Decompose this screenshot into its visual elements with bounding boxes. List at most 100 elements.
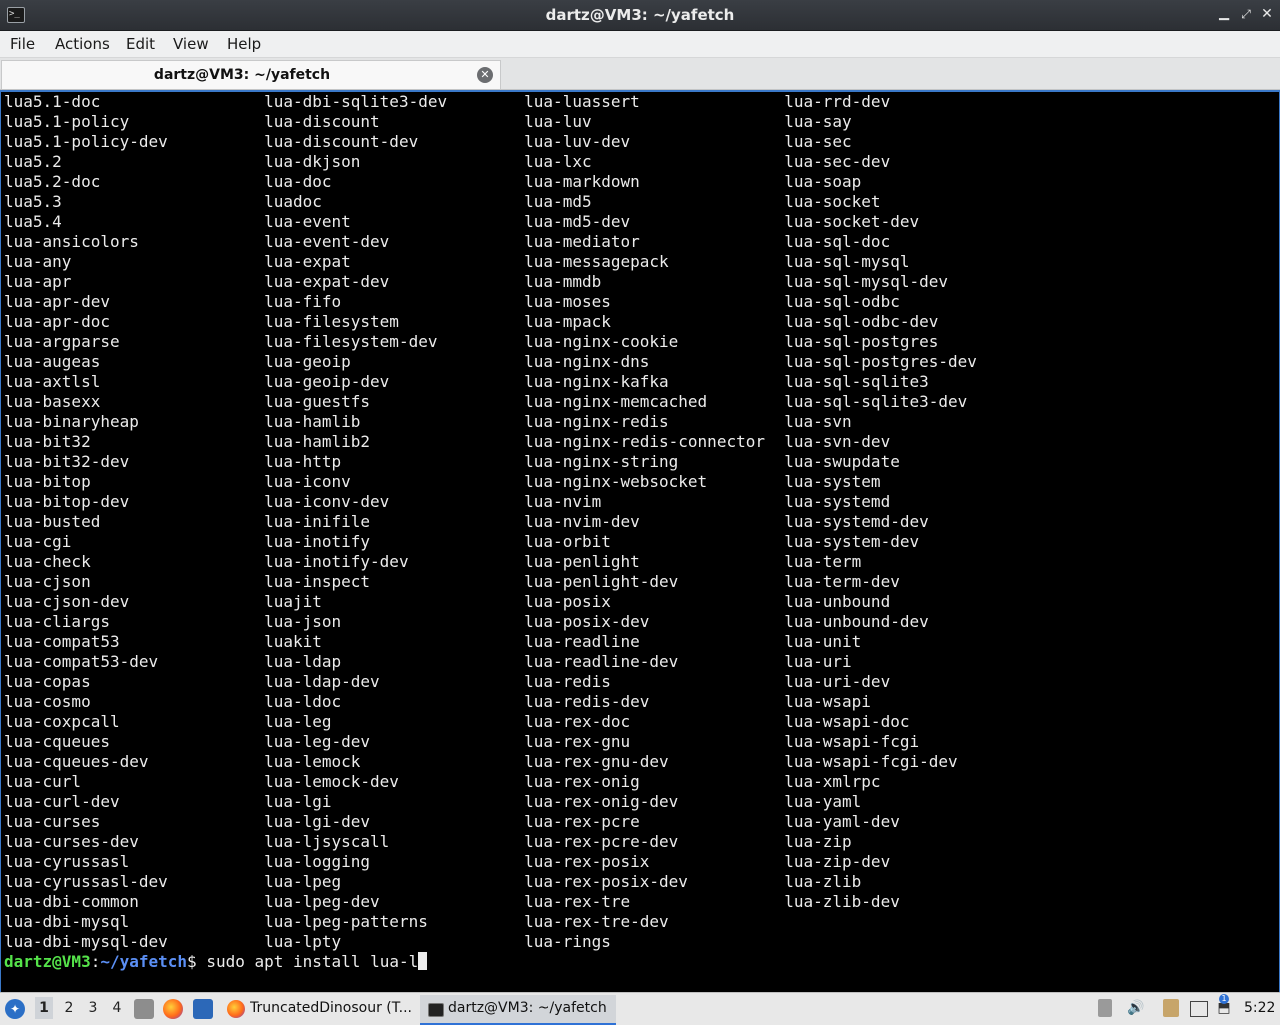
package-name: lua-json [264, 612, 342, 631]
volume-icon[interactable]: 🔊 [1127, 999, 1145, 1017]
menu-actions[interactable]: Actions [55, 35, 110, 53]
package-name: lua-lpeg-dev [264, 892, 380, 911]
package-name: lua-markdown [524, 172, 640, 191]
prompt-line[interactable]: dartz@VM3:~/yafetch$ sudo apt install lu… [4, 952, 428, 972]
menu-file[interactable]: File [10, 35, 35, 53]
package-name: lua-discount-dev [264, 132, 419, 151]
package-name: lua-inifile [264, 512, 371, 531]
terminal-line: lua-bitop-dev lua-iconv-dev lua-nvim lua-sy… [4, 492, 891, 511]
terminal-line: lua-bit32 lua-hamlib2 lua-nginx-redis-conn… [4, 432, 891, 451]
package-name: lua-curses-dev [4, 832, 139, 851]
package-name: lua-md5 [524, 192, 592, 211]
tab-label: dartz@VM3: ~/yafetch [153, 67, 331, 83]
notes-icon[interactable] [1163, 999, 1179, 1017]
terminal-line: lua-cjson lua-inspect lua-penlight-dev lua-… [4, 572, 900, 591]
package-name: lua-argparse [4, 332, 120, 351]
package-name: lua-doc [264, 172, 332, 191]
package-name: lua-http [264, 452, 342, 471]
package-name: lua5.4 [4, 212, 62, 231]
text-cursor [418, 952, 428, 970]
package-name: lua-rex-posix [524, 852, 650, 871]
clipboard-icon[interactable] [1098, 999, 1112, 1017]
terminal-line: lua-basexx lua-guestfs lua-nginx-memcached… [4, 392, 968, 411]
package-name: lua-luassert [524, 92, 640, 111]
menu-view[interactable]: View [173, 35, 209, 53]
terminal-view[interactable]: lua5.1-doc lua-dbi-sqlite3-dev lua-luasser… [0, 90, 1280, 993]
terminal-line: lua-bit32-dev lua-http lua-nginx-string lua… [4, 452, 900, 471]
package-name: lua-inotify-dev [264, 552, 409, 571]
terminal-line: lua-cqueues lua-leg-dev lua-rex-gnu lua-wsa… [4, 732, 920, 751]
workspace-4[interactable]: 4 [108, 1000, 126, 1016]
package-name: lua-lpeg [264, 872, 342, 891]
package-name: lua-rex-pcre-dev [524, 832, 679, 851]
package-name: lua-bit32-dev [4, 452, 130, 471]
package-name: lua-dkjson [264, 152, 361, 171]
workspace-3[interactable]: 3 [84, 1000, 102, 1016]
package-name: lua-md5-dev [524, 212, 631, 231]
package-name: lua-nginx-redis [524, 412, 669, 431]
clock[interactable]: 5:22 [1244, 1000, 1275, 1016]
package-name: lua-nginx-websocket [524, 472, 708, 491]
package-name: lua5.1-doc [4, 92, 101, 111]
package-name: lua-nginx-kafka [524, 372, 669, 391]
task-terminal[interactable]: dartz@VM3: ~/yafetch [420, 995, 616, 1025]
package-name: lua-rex-posix-dev [524, 872, 688, 891]
package-name: lua-ljsyscall [264, 832, 390, 851]
maximize-button[interactable]: ⤢ [1236, 4, 1256, 24]
terminal-line: lua-cyrussasl-dev lua-lpeg lua-rex-posix-d… [4, 872, 862, 891]
package-name: lua-ldap-dev [264, 672, 380, 691]
package-name: lua-penlight [524, 552, 640, 571]
close-window-button[interactable]: ✕ [1257, 4, 1277, 24]
package-name: lua-copas [4, 672, 91, 691]
package-name: lua-apr [4, 272, 72, 291]
package-name: lua-cjson-dev [4, 592, 130, 611]
start-menu-icon[interactable]: ✦ [5, 999, 25, 1019]
package-name: lua-lgi [264, 792, 332, 811]
package-name: lua-coxpcall [4, 712, 120, 731]
file-manager-icon[interactable] [134, 999, 154, 1019]
package-name: lua-basexx [4, 392, 101, 411]
show-desktop-icon[interactable] [193, 999, 213, 1019]
task-firefox[interactable]: TruncatedDinosour (T... [222, 995, 418, 1023]
package-name: lua-iconv-dev [264, 492, 390, 511]
minimize-button[interactable]: ▁ [1214, 4, 1234, 24]
package-name: lua-check [4, 552, 91, 571]
terminal-line: lua-coxpcall lua-leg lua-rex-doc lua-wsapi-… [4, 712, 910, 731]
terminal-line: lua-busted lua-inifile lua-nvim-dev lua-sys… [4, 512, 929, 531]
menu-edit[interactable]: Edit [126, 35, 155, 53]
terminal-line: lua-cqueues-dev lua-lemock lua-rex-gnu-dev… [4, 752, 958, 771]
package-name: lua-mpack [524, 312, 611, 331]
package-name: lua-luv [524, 112, 592, 131]
menu-help[interactable]: Help [227, 35, 261, 53]
terminal-line: lua-check lua-inotify-dev lua-penlight lua-… [4, 552, 862, 571]
package-name: lua-cqueues [4, 732, 110, 751]
terminal-line: lua-argparse lua-filesystem-dev lua-nginx-… [4, 332, 939, 351]
tab-close-icon[interactable]: ✕ [477, 67, 493, 83]
window-titlebar[interactable]: >_ dartz@VM3: ~/yafetch ▁ ⤢ ✕ [0, 0, 1280, 31]
package-name: lua-geoip [264, 352, 351, 371]
package-name: lua-moses [524, 292, 611, 311]
package-name: lua-nvim [524, 492, 602, 511]
network-icon[interactable] [1190, 1001, 1208, 1017]
workspace-2[interactable]: 2 [60, 1000, 78, 1016]
package-name: lua-curl [4, 772, 82, 791]
terminal-line: lua-dbi-mysql lua-lpeg-patterns lua-rex-tr… [4, 912, 784, 932]
package-name: lua5.1-policy [4, 112, 130, 131]
package-name: lua-apr-doc [4, 312, 110, 331]
package-name: lua-hamlib [264, 412, 361, 431]
terminal-tab[interactable]: dartz@VM3: ~/yafetch ✕ [1, 60, 501, 89]
package-name: lua-inspect [264, 572, 371, 591]
workspace-1[interactable]: 1 [35, 997, 53, 1019]
package-name: lua-posix-dev [524, 612, 650, 631]
package-name: lua-nginx-dns [524, 352, 650, 371]
firefox-launcher-icon[interactable] [163, 999, 183, 1019]
package-name: lua-dbi-mysql [4, 912, 130, 931]
terminal-line: lua-compat53-dev lua-ldap lua-readline-dev… [4, 652, 852, 671]
package-name: lua-curl-dev [4, 792, 120, 811]
package-name: lua-guestfs [264, 392, 371, 411]
prompt-separator: : [90, 952, 101, 971]
taskbar: ✦ 1 2 3 4 TruncatedDinosour (T... dartz@… [0, 992, 1280, 1025]
package-name: lua-filesystem [264, 312, 399, 331]
terminal-line: lua-cosmo lua-ldoc lua-redis-dev lua-wsapi [4, 692, 871, 711]
package-name: lua-geoip-dev [264, 372, 390, 391]
